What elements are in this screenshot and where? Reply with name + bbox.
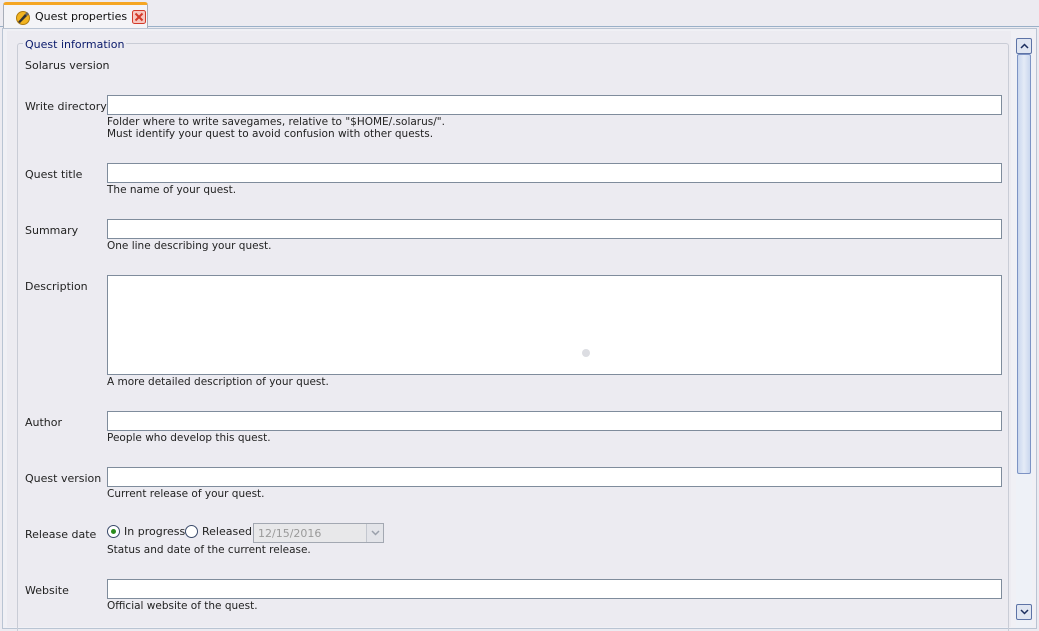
author-input[interactable]: [107, 411, 1002, 431]
write-directory-label: Write directory: [25, 100, 107, 113]
quest-title-input[interactable]: [107, 163, 1002, 183]
author-label: Author: [25, 416, 63, 429]
solarus-version-label: Solarus version: [25, 59, 110, 72]
quest-version-hint: Current release of your quest.: [107, 488, 265, 500]
in-progress-radio[interactable]: In progress: [107, 525, 185, 538]
tab-title: Quest properties: [35, 10, 128, 23]
close-icon[interactable]: [132, 9, 147, 24]
quest-properties-panel: Quest information Solarus version Write …: [7, 31, 1032, 631]
radio-unchecked-icon: [185, 525, 198, 538]
in-progress-label: In progress: [124, 525, 186, 538]
release-date-hint: Status and date of the current release.: [107, 544, 311, 556]
description-label: Description: [25, 280, 88, 293]
website-input[interactable]: [107, 579, 1002, 599]
radio-checked-icon: [107, 525, 120, 538]
description-textarea[interactable]: [107, 275, 1002, 375]
vertical-scrollbar[interactable]: [1016, 38, 1032, 628]
quest-title-hint: The name of your quest.: [107, 184, 237, 196]
tab-quest-properties[interactable]: Quest properties: [3, 2, 148, 28]
write-directory-input[interactable]: [107, 95, 1002, 115]
release-date-value: 12/15/2016: [258, 527, 322, 540]
loading-indicator: [582, 349, 590, 357]
summary-hint: One line describing your quest.: [107, 240, 272, 252]
release-date-label: Release date: [25, 528, 97, 541]
editor-frame: Quest information Solarus version Write …: [2, 28, 1037, 631]
group-title: Quest information: [23, 38, 127, 51]
website-hint: Official website of the quest.: [107, 600, 258, 612]
summary-input[interactable]: [107, 219, 1002, 239]
chevron-down-icon: [366, 524, 383, 542]
write-directory-hint: Folder where to write savegames, relativ…: [107, 116, 445, 140]
quest-title-label: Quest title: [25, 168, 83, 181]
released-radio[interactable]: Released: [185, 525, 252, 538]
released-label: Released: [202, 525, 252, 538]
chevron-down-icon[interactable]: [1016, 604, 1032, 620]
quest-version-input[interactable]: [107, 467, 1002, 487]
quest-version-label: Quest version: [25, 472, 102, 485]
release-date-picker: 12/15/2016: [253, 523, 384, 543]
website-label: Website: [25, 584, 69, 597]
quest-edit-icon: [15, 9, 31, 25]
tab-bar: Quest properties: [0, 0, 1039, 28]
scrollbar-thumb[interactable]: [1017, 54, 1031, 474]
chevron-up-icon[interactable]: [1016, 38, 1032, 54]
summary-label: Summary: [25, 224, 79, 237]
author-hint: People who develop this quest.: [107, 432, 271, 444]
description-hint: A more detailed description of your ques…: [107, 376, 329, 388]
